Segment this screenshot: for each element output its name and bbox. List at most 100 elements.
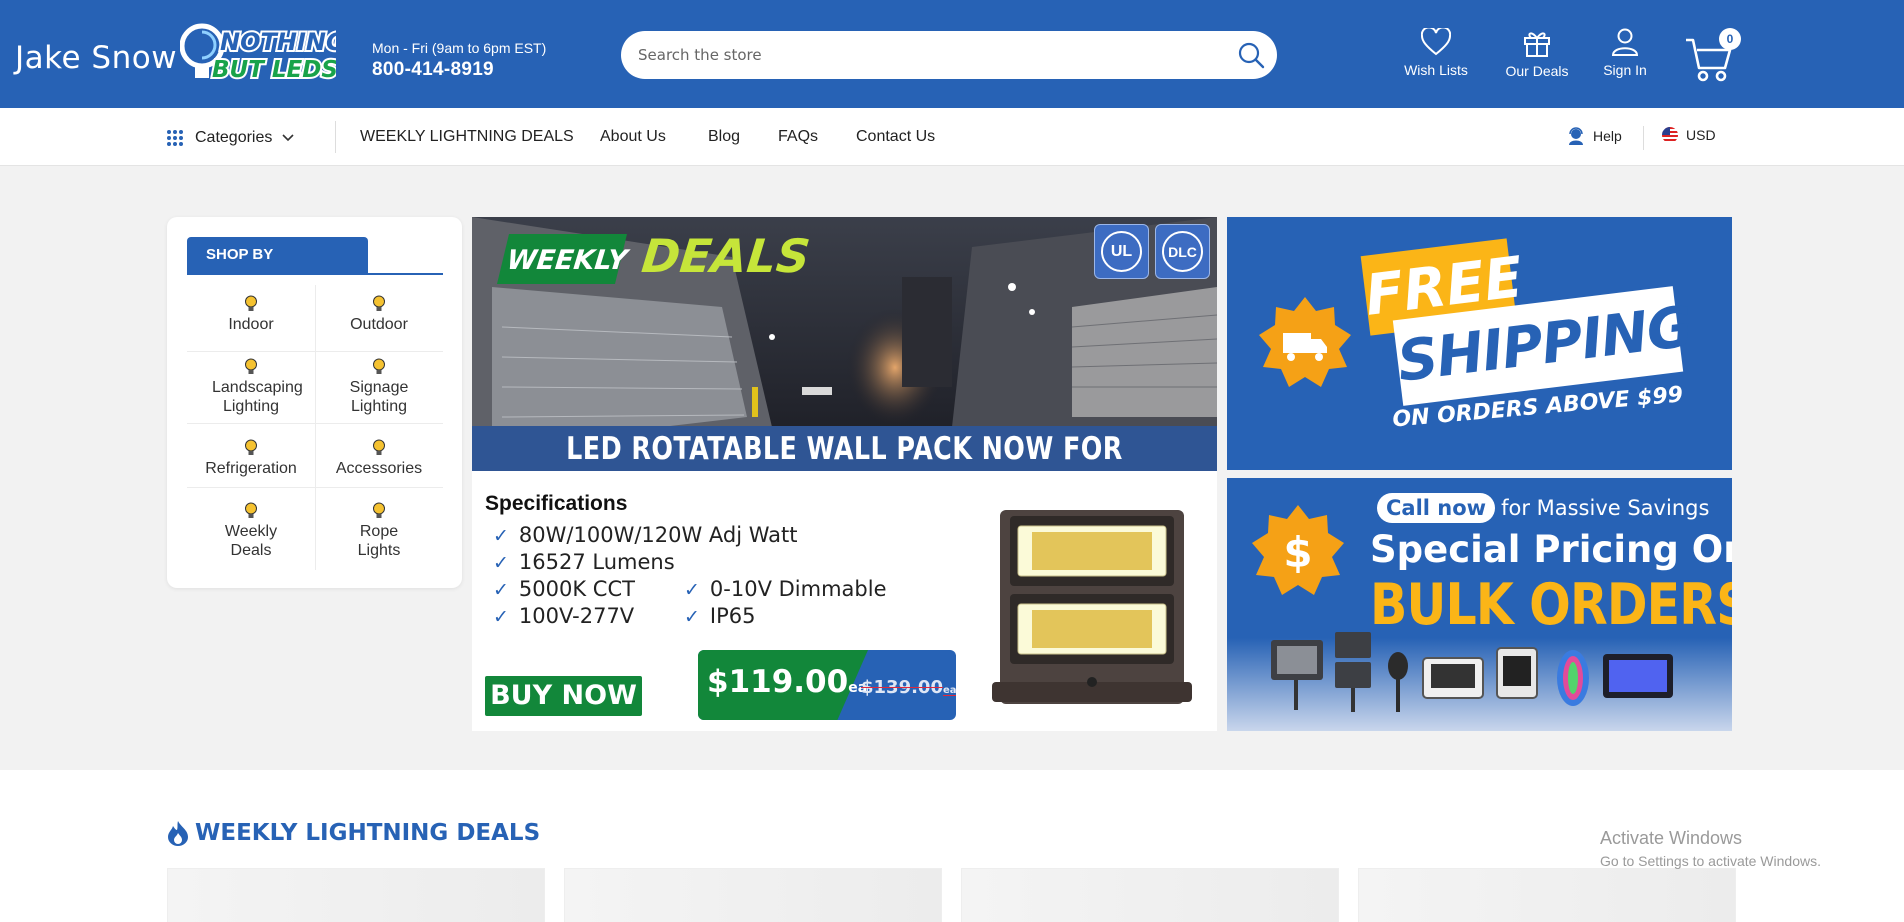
spec-text: 100V-277V [518, 604, 635, 628]
category-landscaping-lighting[interactable]: Landscaping Lighting [212, 358, 303, 416]
svg-text:$: $ [1283, 528, 1312, 577]
shop-by-categories-panel: SHOP BY CATEGORIES Indoor Outdoor Landsc… [167, 217, 462, 588]
nav-divider [1643, 126, 1644, 150]
search-input[interactable] [638, 31, 1218, 79]
category-rope-lights[interactable]: Rope Lights [350, 502, 408, 560]
nav-link-contact-us[interactable]: Contact Us [856, 128, 935, 146]
weekly-deals-hero-banner[interactable]: WEEKLY DEALS UL DLC LED ROTATABLE WALL P… [472, 217, 1217, 731]
weekly-deals-heading: WEEKLY LIGHTNING DEALS [167, 820, 540, 846]
deal-card[interactable] [1358, 868, 1736, 922]
call-now-pill[interactable]: Call now [1377, 493, 1496, 523]
nothing-but-leds-logo[interactable]: NOTHING BUT LEDS [180, 20, 336, 90]
grid-divider [187, 351, 443, 352]
spec-item: ✓ 100V-277V [493, 604, 634, 628]
wish-lists-label: Wish Lists [1404, 62, 1468, 78]
categories-dropdown[interactable]: Categories [166, 127, 294, 149]
bulb-icon [245, 295, 257, 311]
buy-now-button[interactable]: BUY NOW [485, 676, 642, 716]
bulb-icon [373, 358, 385, 374]
user-icon [1611, 28, 1639, 56]
original-price-unit: ea [942, 685, 956, 696]
nav-link-about-us[interactable]: About Us [600, 128, 666, 146]
category-label: Refrigeration [205, 460, 297, 477]
search-bar [621, 31, 1277, 79]
check-icon: ✓ [684, 579, 700, 601]
check-icon: ✓ [684, 606, 700, 628]
bulk-orders-banner[interactable]: $ Call now for Massive Savings Special Pr… [1227, 478, 1732, 731]
category-label: Accessories [335, 460, 423, 477]
our-deals-label: Our Deals [1505, 63, 1569, 79]
spec-text: IP65 [709, 604, 756, 628]
sign-in-link[interactable]: Sign In [1580, 28, 1670, 78]
search-icon[interactable] [1237, 41, 1265, 69]
spec-item: ✓ IP65 [684, 604, 756, 628]
spec-item: ✓ 5000K CCT [493, 577, 635, 601]
spec-item: ✓ 16527 Lumens [493, 550, 675, 574]
activate-windows-hint: Go to Settings to activate Windows. [1600, 853, 1821, 869]
grid-icon [167, 130, 183, 146]
massive-savings-text: for Massive Savings [1501, 496, 1710, 520]
title-underline [187, 273, 443, 275]
original-price: $139.00ea [861, 677, 956, 698]
currency-label: USD [1686, 127, 1716, 143]
weekly-deals-title: WEEKLY LIGHTNING DEALS [195, 820, 541, 846]
flame-icon [168, 821, 188, 846]
sale-price-value: $119.00 [707, 664, 849, 700]
our-deals-link[interactable]: Our Deals [1492, 28, 1582, 79]
category-label: Signage Lighting [349, 379, 409, 415]
spec-item: ✓ 80W/100W/120W Adj Watt [493, 523, 798, 547]
deal-card[interactable] [564, 868, 942, 922]
us-flag-icon [1662, 127, 1678, 143]
delivery-truck-badge-icon [1259, 297, 1351, 387]
shop-by-categories-title: SHOP BY CATEGORIES [187, 237, 368, 299]
nav-link-blog[interactable]: Blog [708, 128, 740, 146]
support-agent-icon [1569, 127, 1583, 145]
business-hours: Mon - Fri (9am to 6pm EST) [372, 40, 547, 56]
category-signage-lighting[interactable]: Signage Lighting [345, 358, 413, 416]
category-accessories[interactable]: Accessories [315, 439, 443, 478]
cart-count-badge: 0 [1719, 28, 1741, 50]
lighting-products-image [1271, 632, 1673, 712]
free-shipping-banner[interactable]: FREE SHIPPING ON ORDERS ABOVE $99 [1227, 217, 1732, 470]
svg-text:BUT LEDS: BUT LEDS [212, 57, 336, 83]
currency-selector[interactable]: USD [1662, 127, 1716, 143]
deal-card[interactable] [167, 868, 545, 922]
category-label: Weekly Deals [224, 523, 278, 559]
spec-text: 5000K CCT [518, 577, 635, 601]
category-weekly-deals[interactable]: Weekly Deals [217, 502, 285, 560]
ul-mark: UL [1101, 231, 1142, 272]
bulb-icon [245, 358, 257, 374]
phone-number[interactable]: 800-414-8919 [372, 59, 494, 81]
bulb-icon [373, 295, 385, 311]
specifications-heading: Specifications [485, 492, 628, 515]
spec-item: ✓ 0-10V Dimmable [684, 577, 887, 601]
category-label: Rope Lights [357, 523, 401, 559]
gift-icon [1524, 32, 1550, 57]
price-tag: $119.00ea $139.00ea [698, 650, 956, 720]
chevron-down-icon [282, 134, 294, 142]
check-icon: ✓ [493, 525, 509, 547]
wish-lists-link[interactable]: Wish Lists [1391, 28, 1481, 78]
main-navigation: Categories WEEKLY LIGHTNING DEALS About … [0, 108, 1904, 166]
svg-text:NOTHING: NOTHING [220, 28, 336, 56]
nav-link-weekly-deals[interactable]: WEEKLY LIGHTNING DEALS [360, 128, 574, 146]
dlc-mark: DLC [1162, 231, 1203, 272]
help-link[interactable]: Help [1567, 127, 1622, 145]
spec-text: 16527 Lumens [518, 550, 675, 574]
nav-link-faqs[interactable]: FAQs [778, 128, 818, 146]
grid-divider [187, 487, 443, 488]
deal-card[interactable] [961, 868, 1339, 922]
bulb-icon [373, 502, 385, 518]
spec-text: 0-10V Dimmable [709, 577, 887, 601]
category-refrigeration[interactable]: Refrigeration [187, 439, 315, 478]
category-label: Indoor [228, 316, 274, 333]
cart-button[interactable]: 0 [1685, 28, 1741, 84]
category-outdoor[interactable]: Outdoor [315, 295, 443, 334]
dlc-certification-badge: DLC [1155, 224, 1210, 279]
bulb-icon [245, 502, 257, 518]
sale-price: $119.00ea [707, 664, 867, 700]
deals-label: DEALS [639, 229, 813, 283]
weekly-label: WEEKLY [505, 245, 629, 276]
category-label: Landscaping Lighting [212, 379, 303, 415]
category-indoor[interactable]: Indoor [187, 295, 315, 334]
